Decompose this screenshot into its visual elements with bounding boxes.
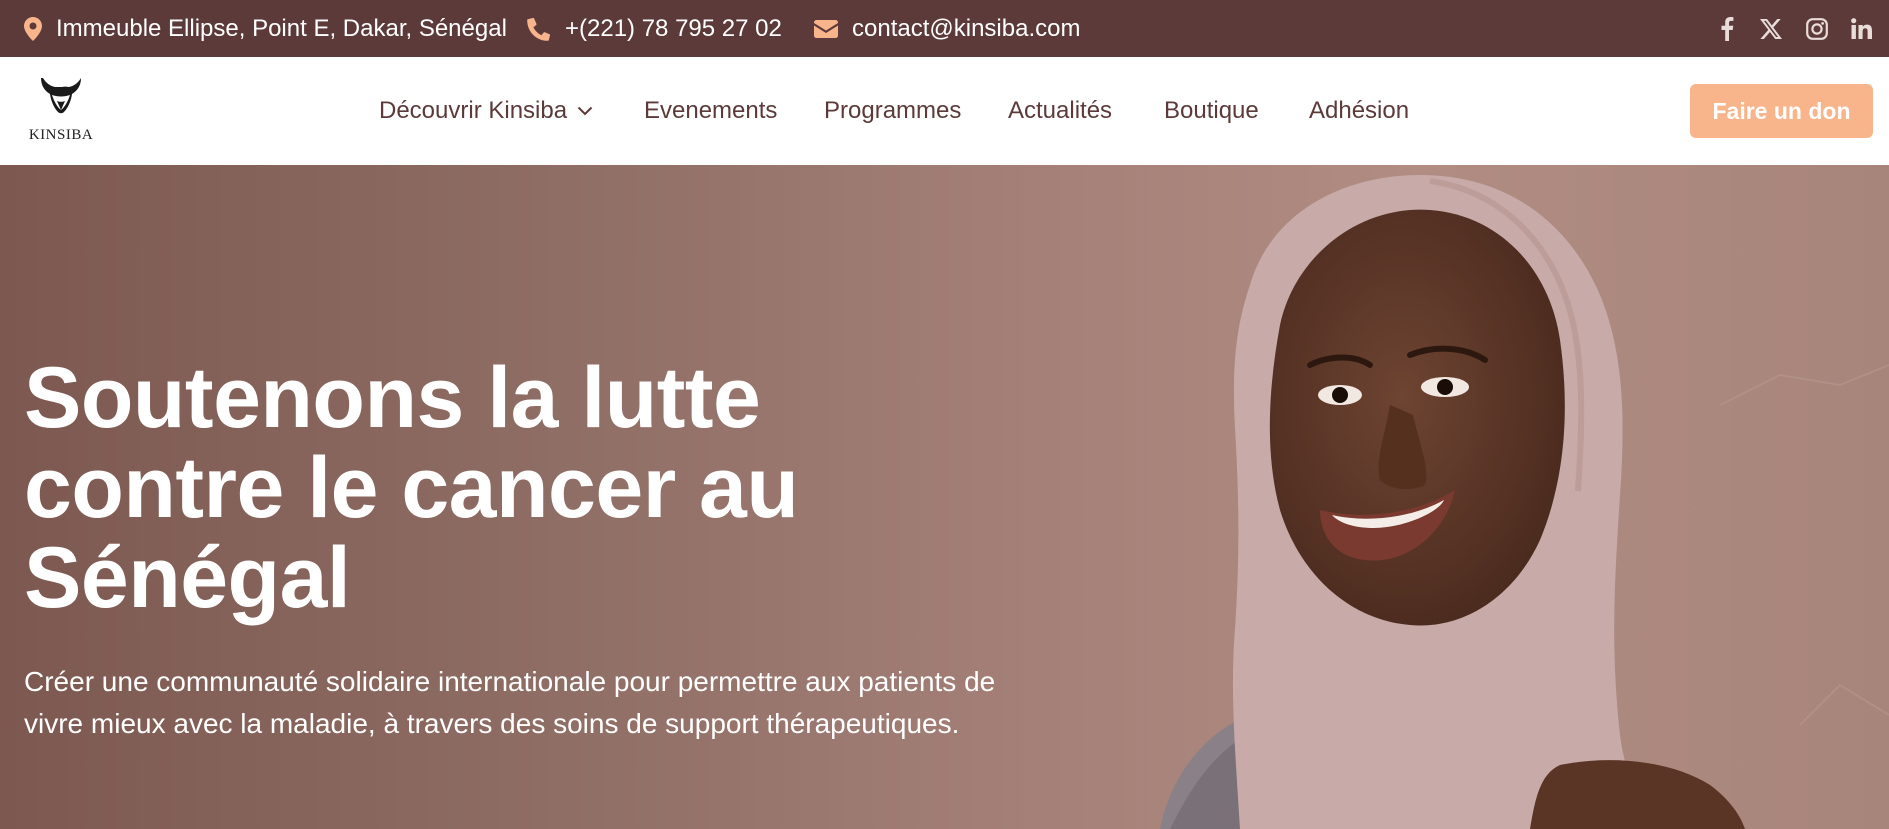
instagram-icon[interactable]	[1802, 0, 1832, 57]
hero-subtitle: Créer une communauté solidaire internati…	[24, 666, 996, 739]
main-header: KINSIBA Découvrir Kinsiba Evenements Pro…	[0, 57, 1889, 165]
antelope-head-icon	[41, 78, 81, 114]
chevron-down-icon	[577, 106, 593, 116]
address-text: Immeuble Ellipse, Point E, Dakar, Sénéga…	[56, 14, 507, 42]
donate-button[interactable]: Faire un don	[1690, 84, 1873, 138]
envelope-icon	[814, 19, 838, 38]
phone-text[interactable]: +(221) 78 795 27 02	[565, 15, 782, 43]
email-item[interactable]: contact@kinsiba.com	[814, 0, 1080, 57]
x-twitter-icon[interactable]	[1756, 0, 1786, 57]
hero-title: Soutenons la lutte contre le cancer au S…	[24, 350, 799, 626]
top-info-bar: Immeuble Ellipse, Point E, Dakar, Sénéga…	[0, 0, 1889, 57]
nav-discover-kinsiba[interactable]: Découvrir Kinsiba	[379, 57, 593, 165]
linkedin-icon[interactable]	[1846, 0, 1876, 57]
nav-events[interactable]: Evenements	[644, 57, 777, 165]
nav-news[interactable]: Actualités	[1008, 57, 1112, 165]
nav-discover-label: Découvrir Kinsiba	[379, 97, 568, 124]
address-item: Immeuble Ellipse, Point E, Dakar, Sénéga…	[24, 0, 507, 57]
hero-section: Soutenons la lutte contre le cancer au S…	[0, 165, 1889, 829]
nav-programs[interactable]: Programmes	[824, 57, 961, 165]
email-text[interactable]: contact@kinsiba.com	[852, 15, 1080, 43]
map-pin-icon	[24, 16, 42, 41]
nav-shop[interactable]: Boutique	[1164, 57, 1259, 165]
logo-text: KINSIBA	[28, 127, 94, 143]
phone-item[interactable]: +(221) 78 795 27 02	[527, 0, 782, 57]
facebook-icon[interactable]	[1712, 0, 1742, 57]
phone-icon	[527, 17, 551, 41]
nav-membership[interactable]: Adhésion	[1309, 57, 1409, 165]
hero-portrait-image	[1160, 175, 1889, 829]
kinsiba-logo[interactable]: KINSIBA	[24, 75, 98, 151]
